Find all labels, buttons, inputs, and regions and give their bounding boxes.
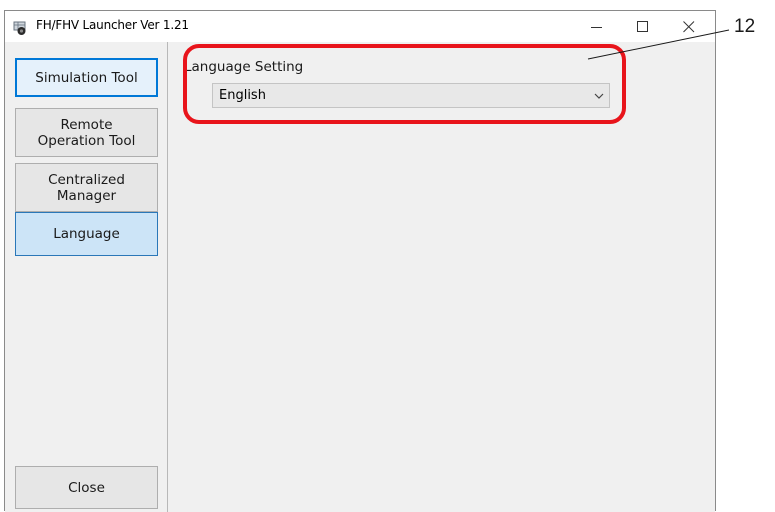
annotation-callout-number: 12 xyxy=(734,16,756,37)
annotation-callout-line xyxy=(587,29,730,60)
